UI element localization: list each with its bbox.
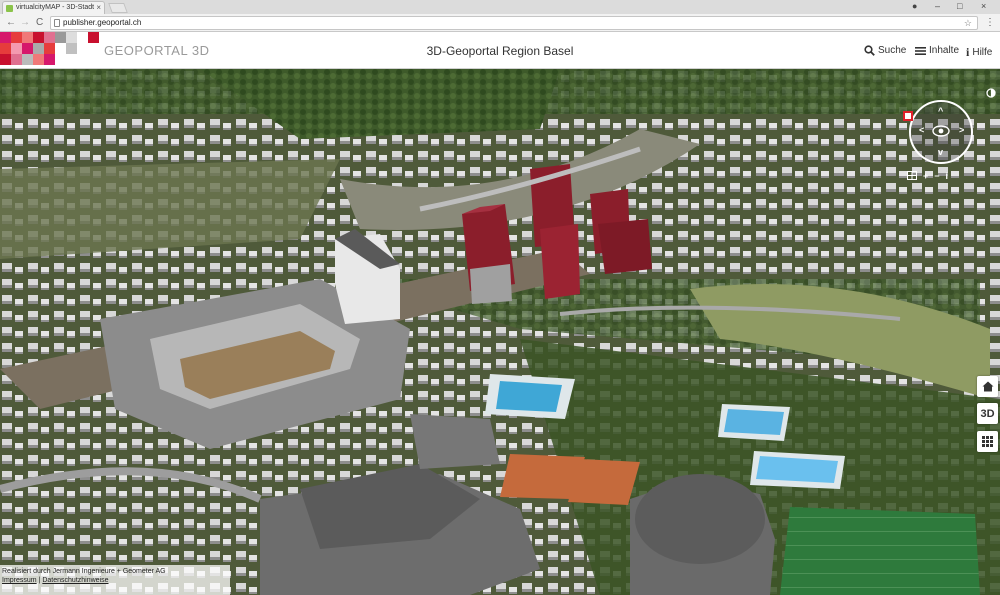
contrast-icon[interactable]	[986, 88, 996, 98]
tilt-down-button[interactable]: v	[938, 147, 943, 157]
tilt-button[interactable]: i	[946, 171, 949, 181]
map-footer: Realisiert durch Jermann Ingenieure + Ge…	[0, 565, 230, 595]
zoom-controls: + − i	[907, 171, 948, 181]
map-3d-viewport[interactable]: ^ v < > + − i 3D	[0, 69, 1000, 595]
footer-separator: |	[38, 577, 41, 584]
app-header: GEOPORTAL 3D 3D-Geoportal Region Basel S…	[0, 32, 1000, 69]
page-title: 3D-Geoportal Region Basel	[426, 44, 574, 58]
tab-title: virtualcityMAP - 3D-Stadt	[16, 4, 95, 11]
home-icon	[982, 381, 993, 392]
contents-button[interactable]: Inhalte	[915, 45, 959, 56]
map-3d-scene	[0, 69, 1000, 595]
browser-tab[interactable]: virtualcityMAP - 3D-Stadt ×	[2, 1, 105, 14]
info-icon: i	[966, 45, 970, 59]
rotate-left-button[interactable]: <	[919, 125, 924, 135]
profile-icon[interactable]: ●	[912, 0, 917, 12]
credit-text: Realisiert durch Jermann Ingenieure + Ge…	[2, 568, 166, 575]
tab-close-icon[interactable]: ×	[96, 2, 101, 14]
eye-icon[interactable]	[932, 124, 950, 138]
bookmark-star-icon[interactable]: ☆	[964, 17, 972, 29]
tilt-up-button[interactable]: ^	[938, 106, 943, 116]
forward-button[interactable]: →	[20, 16, 30, 29]
browser-menu-button[interactable]: ⋮	[985, 16, 995, 29]
page-info-icon[interactable]	[54, 19, 60, 27]
layers-icon[interactable]	[907, 171, 917, 180]
search-button[interactable]: Suche	[864, 45, 906, 56]
help-label: Hilfe	[972, 47, 993, 58]
menu-list-icon	[915, 46, 926, 55]
back-button[interactable]: ←	[6, 16, 16, 29]
minimize-button[interactable]: –	[935, 0, 940, 12]
close-window-button[interactable]: ×	[981, 0, 986, 12]
rotate-right-button[interactable]: >	[959, 125, 964, 135]
address-bar-row: ← → C publisher.geoportal.ch ☆ ⋮	[0, 14, 1000, 32]
impressum-link[interactable]: Impressum	[2, 577, 37, 584]
compass-navigation[interactable]: ^ v < >	[909, 100, 973, 164]
url-input[interactable]: publisher.geoportal.ch ☆	[50, 16, 978, 30]
grid-icon	[982, 436, 993, 447]
zoom-out-button[interactable]: −	[934, 171, 939, 181]
zoom-in-button[interactable]: +	[923, 171, 928, 181]
url-text: publisher.geoportal.ch	[63, 18, 142, 27]
app-grid-button[interactable]	[977, 431, 998, 452]
north-marker-icon	[903, 111, 913, 121]
help-button[interactable]: i Hilfe	[966, 45, 992, 60]
reload-button[interactable]: C	[36, 16, 43, 29]
favicon-icon	[6, 5, 13, 12]
view-mode-label: 3D	[980, 407, 995, 420]
home-button[interactable]	[977, 376, 998, 397]
browser-tab-bar: virtualcityMAP - 3D-Stadt × ● – □ ×	[0, 0, 1000, 14]
view-mode-3d-button[interactable]: 3D	[977, 403, 998, 424]
search-icon	[864, 45, 875, 56]
search-label: Suche	[878, 45, 907, 56]
privacy-link[interactable]: Datenschutzhinweise	[42, 577, 108, 584]
new-tab-button[interactable]	[108, 3, 128, 13]
contents-label: Inhalte	[929, 45, 960, 56]
maximize-button[interactable]: □	[957, 0, 962, 12]
